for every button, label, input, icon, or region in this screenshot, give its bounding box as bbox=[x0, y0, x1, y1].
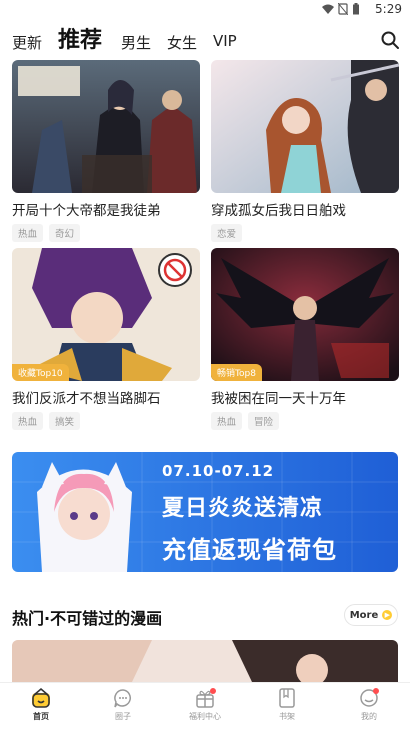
comic-title[interactable]: 开局十个大帝都是我徒弟 bbox=[12, 199, 200, 219]
status-time: 5:29 bbox=[375, 2, 402, 16]
nav-rewards-label: 福利中心 bbox=[189, 712, 221, 721]
search-icon[interactable] bbox=[380, 30, 400, 50]
home-icon bbox=[32, 687, 50, 708]
nav-home-label: 首页 bbox=[33, 712, 49, 721]
more-button[interactable]: More ▶ bbox=[344, 604, 398, 626]
rank-badge: 收藏Top10 bbox=[12, 364, 69, 381]
gift-icon bbox=[196, 688, 216, 708]
tab-female[interactable]: 女生 bbox=[167, 32, 197, 53]
genre-tag[interactable]: 恋爱 bbox=[211, 224, 243, 242]
more-label: More bbox=[349, 609, 379, 621]
cover-art-illustration bbox=[211, 248, 399, 381]
genre-tag[interactable]: 热血 bbox=[12, 412, 44, 430]
comic-tags: 恋爱 bbox=[211, 224, 399, 242]
tab-male[interactable]: 男生 bbox=[121, 32, 151, 53]
nav-profile[interactable]: 我的 bbox=[339, 687, 399, 722]
nav-bookshelf[interactable]: 书架 bbox=[257, 687, 317, 722]
comic-cover[interactable] bbox=[12, 60, 200, 193]
banner-headline: 夏日炎炎送清凉 bbox=[162, 496, 324, 521]
arrow-right-icon: ▶ bbox=[382, 610, 393, 620]
comic-tags: 热血 奇幻 bbox=[12, 224, 200, 242]
nav-rewards[interactable]: 福利中心 bbox=[175, 687, 235, 722]
chat-icon bbox=[114, 689, 131, 708]
cover-art-illustration bbox=[12, 248, 200, 381]
comic-card[interactable]: 收藏Top10 我们反派才不想当路脚石 热血 搞笑 bbox=[12, 248, 200, 430]
bookshelf-icon bbox=[279, 688, 295, 708]
comic-title[interactable]: 我们反派才不想当路脚石 bbox=[12, 387, 200, 407]
comic-card[interactable]: 穿成孤女后我日日舶戏 恋爱 bbox=[211, 60, 399, 242]
bottom-nav: 首页 圈子 福利中心 书架 我的 bbox=[0, 682, 410, 730]
comic-cover[interactable]: 收藏Top10 bbox=[12, 248, 200, 381]
banner-date: 07.10-07.12 bbox=[162, 462, 275, 480]
tab-update[interactable]: 更新 bbox=[12, 32, 42, 53]
no-sim-icon bbox=[338, 3, 348, 15]
profile-icon bbox=[360, 688, 379, 707]
status-icons bbox=[322, 3, 360, 15]
comic-tags: 热血 冒险 bbox=[211, 412, 399, 430]
cover-art-illustration bbox=[12, 640, 398, 682]
genre-tag[interactable]: 搞笑 bbox=[49, 412, 81, 430]
nav-profile-label: 我的 bbox=[361, 712, 377, 721]
comic-cover[interactable]: 畅销Top8 bbox=[211, 248, 399, 381]
nav-home[interactable]: 首页 bbox=[11, 687, 71, 722]
top-tabs: 更新 推荐 男生 女生 VIP bbox=[0, 22, 410, 58]
battery-icon bbox=[353, 3, 359, 15]
comic-title[interactable]: 我被困在同一天十万年 bbox=[211, 387, 399, 407]
tab-vip[interactable]: VIP bbox=[213, 32, 237, 50]
section-title-text: 热门·不可错过的漫画 bbox=[12, 609, 163, 628]
featured-comic-peek[interactable] bbox=[12, 640, 398, 682]
comic-tags: 热血 搞笑 bbox=[12, 412, 200, 430]
tab-recommend[interactable]: 推荐 bbox=[58, 22, 102, 54]
comic-title[interactable]: 穿成孤女后我日日舶戏 bbox=[211, 199, 399, 219]
genre-tag[interactable]: 奇幻 bbox=[49, 224, 81, 242]
nav-circle-label: 圈子 bbox=[115, 712, 131, 721]
genre-tag[interactable]: 热血 bbox=[211, 412, 243, 430]
comic-card[interactable]: 畅销Top8 我被困在同一天十万年 热血 冒险 bbox=[211, 248, 399, 430]
promo-banner[interactable]: 07.10-07.12 夏日炎炎送清凉 充值返现省荷包 bbox=[12, 452, 398, 572]
comic-card[interactable]: 开局十个大帝都是我徒弟 热血 奇幻 bbox=[12, 60, 200, 242]
rank-badge: 畅销Top8 bbox=[211, 364, 262, 381]
comic-cover[interactable] bbox=[211, 60, 399, 193]
cover-art-illustration bbox=[211, 60, 399, 193]
genre-tag[interactable]: 冒险 bbox=[248, 412, 280, 430]
nav-circle[interactable]: 圈子 bbox=[93, 687, 153, 722]
status-bar: 5:29 bbox=[0, 0, 410, 20]
banner-subheadline: 充值返现省荷包 bbox=[162, 536, 337, 564]
cover-art-illustration bbox=[12, 60, 200, 193]
genre-tag[interactable]: 热血 bbox=[12, 224, 44, 242]
nav-bookshelf-label: 书架 bbox=[279, 712, 295, 721]
wifi-icon bbox=[322, 4, 334, 14]
section-title: 热门·不可错过的漫画 bbox=[12, 605, 163, 629]
